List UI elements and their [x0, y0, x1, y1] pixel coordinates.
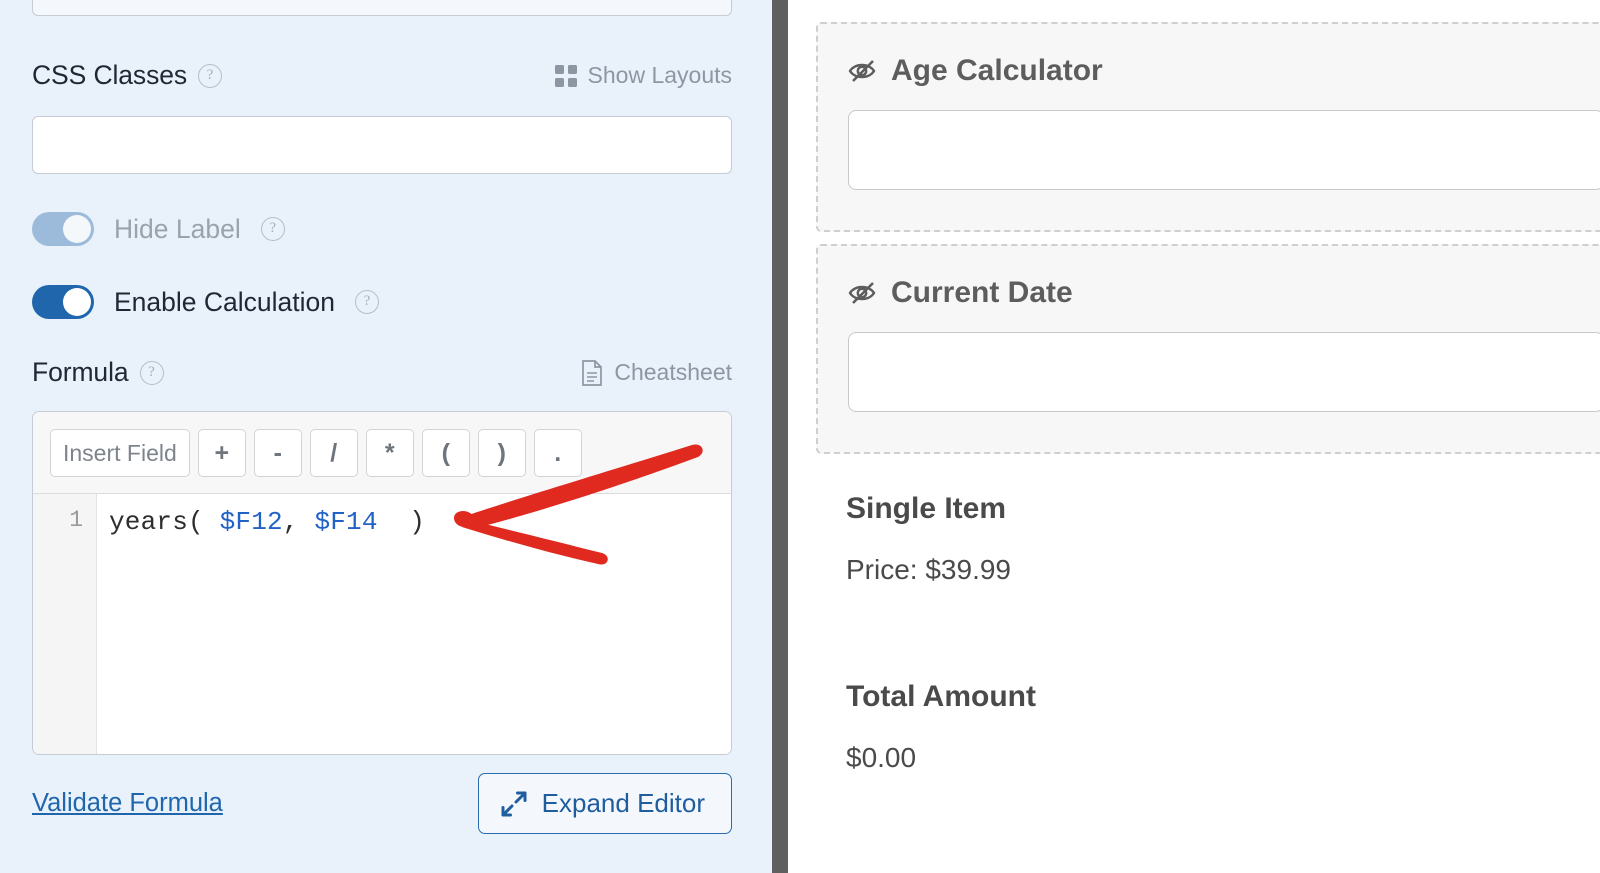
- validate-formula-link[interactable]: Validate Formula: [32, 789, 223, 818]
- previous-setting-input-cutoff[interactable]: [32, 0, 732, 16]
- open-paren-button[interactable]: (: [421, 429, 470, 477]
- preview-field-title: Age Calculator: [848, 54, 1600, 88]
- show-layouts-button[interactable]: Show Layouts: [554, 62, 732, 89]
- css-classes-header: CSS Classes ? Show Layouts: [32, 60, 732, 91]
- decimal-point-button[interactable]: .: [533, 429, 582, 477]
- divide-button[interactable]: /: [309, 429, 358, 477]
- formula-closing-token: ): [377, 507, 426, 537]
- plus-button[interactable]: +: [197, 429, 246, 477]
- formula-header: Formula ? Cheatsheet: [32, 357, 732, 388]
- multiply-button[interactable]: *: [365, 429, 414, 477]
- total-amount-value: $0.00: [846, 742, 917, 773]
- panel-divider[interactable]: [772, 0, 788, 873]
- preview-field-current-date[interactable]: Current Date: [816, 244, 1600, 454]
- help-icon[interactable]: ?: [260, 217, 285, 241]
- hide-label-setting[interactable]: Hide Label ?: [32, 212, 285, 246]
- formula-label: Formula: [32, 357, 129, 387]
- css-classes-label: CSS Classes: [32, 60, 188, 90]
- css-classes-label-group: CSS Classes ?: [32, 60, 223, 91]
- css-classes-setting: CSS Classes ? Show Layouts: [32, 60, 732, 174]
- preview-block-total-amount[interactable]: Total Amount $0.00: [846, 680, 1036, 774]
- preview-field-age-calculator[interactable]: Age Calculator: [816, 22, 1600, 232]
- close-paren-button[interactable]: ): [477, 429, 526, 477]
- hide-label-text: Hide Label: [114, 213, 241, 244]
- toggle-knob: [63, 215, 91, 243]
- calculator-field-settings-screen: CSS Classes ? Show Layouts Hide Label ?: [0, 0, 1600, 873]
- enable-calculation-setting[interactable]: Enable Calculation ?: [32, 285, 379, 319]
- form-preview-panel: Age Calculator Current Date Single Item …: [788, 0, 1600, 873]
- formula-editor: Insert Field + - / * ( ) . 1 years( $F12…: [32, 411, 732, 755]
- preview-field-label: Current Date: [891, 276, 1073, 309]
- eye-slash-icon: [848, 281, 878, 305]
- grid-icon: [554, 64, 577, 87]
- formula-function-token: years(: [109, 507, 220, 537]
- field-options-panel: CSS Classes ? Show Layouts Hide Label ?: [0, 0, 772, 873]
- css-classes-input[interactable]: [32, 116, 732, 174]
- formula-separator-token: ,: [282, 507, 315, 537]
- eye-slash-icon: [848, 59, 878, 83]
- cheatsheet-button[interactable]: Cheatsheet: [581, 359, 732, 386]
- help-icon[interactable]: ?: [198, 63, 223, 88]
- preview-block-single-item[interactable]: Single Item Price: $39.99: [846, 492, 1011, 586]
- current-date-input[interactable]: [848, 332, 1600, 412]
- line-number-gutter: 1: [33, 494, 97, 754]
- toggle-knob: [63, 288, 91, 316]
- age-calculator-input[interactable]: [848, 110, 1600, 190]
- help-icon[interactable]: ?: [354, 290, 379, 314]
- enable-calculation-text: Enable Calculation: [114, 286, 335, 317]
- minus-button[interactable]: -: [253, 429, 302, 477]
- expand-arrows-icon: [501, 791, 527, 817]
- single-item-title: Single Item: [846, 492, 1007, 525]
- formula-actions: Validate Formula Expand Editor: [32, 773, 732, 834]
- document-icon: [581, 359, 603, 386]
- formula-variable-f14: $F14: [314, 507, 378, 537]
- hide-label-toggle[interactable]: [32, 212, 94, 246]
- preview-field-label: Age Calculator: [891, 54, 1103, 87]
- total-amount-title: Total Amount: [846, 680, 1036, 713]
- expand-editor-button[interactable]: Expand Editor: [477, 773, 732, 834]
- formula-code-line[interactable]: years( $F12, $F14 ): [97, 494, 731, 754]
- enable-calculation-toggle[interactable]: [32, 285, 94, 319]
- formula-setting: Formula ? Cheatsheet Insert Field + - / …: [32, 357, 732, 755]
- formula-code-area[interactable]: 1 years( $F12, $F14 ): [33, 494, 731, 754]
- expand-editor-label: Expand Editor: [541, 788, 705, 818]
- insert-field-button[interactable]: Insert Field: [50, 429, 190, 477]
- cheatsheet-label: Cheatsheet: [614, 359, 732, 385]
- help-icon[interactable]: ?: [139, 360, 164, 385]
- formula-toolbar: Insert Field + - / * ( ) .: [33, 412, 731, 494]
- show-layouts-label: Show Layouts: [587, 62, 732, 88]
- formula-label-group: Formula ?: [32, 357, 164, 388]
- single-item-price: Price: $39.99: [846, 554, 1011, 585]
- preview-field-title: Current Date: [848, 276, 1600, 310]
- formula-variable-f12: $F12: [219, 507, 283, 537]
